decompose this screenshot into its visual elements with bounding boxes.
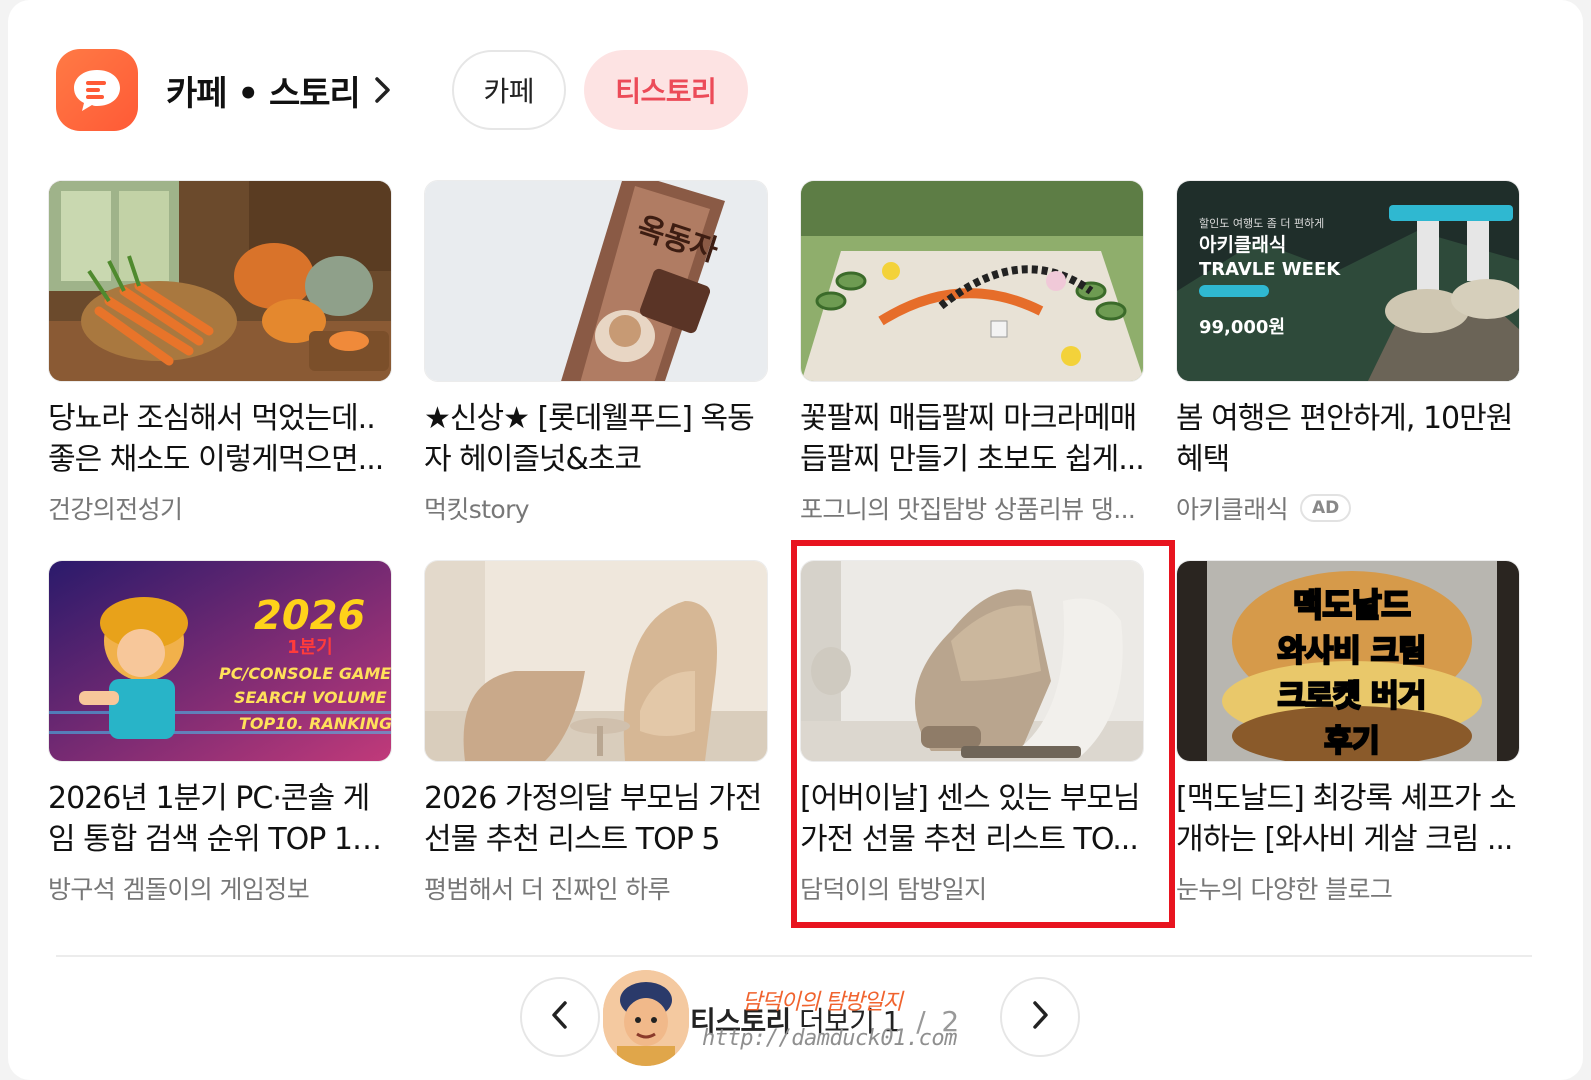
- ad-badge: AD: [1300, 494, 1352, 522]
- post-source: 평범해서 더 진짜인 하루: [424, 870, 768, 906]
- thumb-quarter: 1분기: [287, 637, 333, 658]
- post-source: 먹킷story: [424, 490, 768, 526]
- burger-thumbnail[interactable]: 맥도날드 와사비 크림 크로켓 버거 후기: [1176, 560, 1520, 762]
- icecream-thumbnail[interactable]: 옥동자: [424, 180, 768, 382]
- source-name: 눈누의 다양한 블로그: [1176, 875, 1393, 904]
- post-title[interactable]: ★신상★ [롯데웰푸드] 옥동자 헤이즐넛&초코: [424, 398, 768, 480]
- divider: [56, 955, 1532, 957]
- chevron-left-icon: [548, 998, 572, 1036]
- prev-page-button[interactable]: [520, 977, 600, 1057]
- bracelet-thumbnail[interactable]: [800, 180, 1144, 382]
- section-title-link[interactable]: 카페 • 스토리: [166, 66, 394, 115]
- ad-price: 99,000원: [1199, 317, 1285, 338]
- thumb-line1: 맥도날드: [1293, 586, 1411, 624]
- beige-chair-thumbnail[interactable]: [424, 560, 768, 762]
- post-card[interactable]: 2026 1분기 PC/CONSOLE GAME SEARCH VOLUME T…: [48, 560, 392, 906]
- section-header: 카페 • 스토리 카페 티스토리: [56, 48, 816, 132]
- tab-tistory[interactable]: 티스토리: [583, 50, 748, 130]
- content-panel: 카페 • 스토리 카페 티스토리 당뇨라 조심해서 먹었는데.. 좋은 채소도 …: [8, 0, 1583, 1080]
- post-title[interactable]: 봄 여행은 편안하게, 10만원 혜택: [1176, 398, 1520, 480]
- thumb-line3: TOP10. RANKINGS: [239, 714, 392, 733]
- post-title[interactable]: 2026 가정의달 부모님 가전 선물 추천 리스트 TOP 5: [424, 778, 768, 860]
- post-source: 눈누의 다양한 블로그: [1176, 870, 1520, 906]
- source-name: 포그니의 맛집탐방 상품리뷰 댕...: [800, 495, 1136, 524]
- post-source: 방구석 겜돌이의 게임정보: [48, 870, 392, 906]
- post-title[interactable]: 당뇨라 조심해서 먹었는데.. 좋은 채소도 이렇게먹으면...: [48, 398, 392, 480]
- post-title[interactable]: 꽃팔찌 매듭팔찌 마크라메매듭팔찌 만들기 초보도 쉽게...: [800, 398, 1144, 480]
- vegetables-thumbnail[interactable]: [48, 180, 392, 382]
- source-name: 방구석 겜돌이의 게임정보: [48, 875, 310, 904]
- thumb-line3: 크로켓 버거: [1278, 679, 1426, 714]
- source-name: 먹킷story: [424, 495, 530, 524]
- source-name: 건강의전성기: [48, 495, 183, 524]
- post-title[interactable]: [맥도날드] 최강록 셰프가 소개하는 [와사비 게살 크림 ...: [1176, 778, 1520, 860]
- section-title: 카페 • 스토리: [166, 73, 361, 114]
- post-card-highlighted[interactable]: [어버이날] 센스 있는 부모님 가전 선물 추천 리스트 TO... 담덕이의…: [800, 560, 1144, 906]
- post-card[interactable]: 꽃팔찌 매듭팔찌 마크라메매듭팔찌 만들기 초보도 쉽게... 포그니의 맛집탐…: [800, 180, 1144, 526]
- ad-card[interactable]: 할인도 여행도 좀 더 편하게 아키클래식 TRAVLE WEEK 99,000…: [1176, 180, 1520, 526]
- chat-bubble-icon: [56, 49, 138, 131]
- post-source: 포그니의 맛집탐방 상품리뷰 댕...: [800, 490, 1144, 526]
- ad-tagline: 할인도 여행도 좀 더 편하게: [1199, 216, 1324, 230]
- post-card[interactable]: 2026 가정의달 부모님 가전 선물 추천 리스트 TOP 5 평범해서 더 …: [424, 560, 768, 906]
- post-source: 담덕이의 탐방일지: [800, 870, 1144, 906]
- post-card[interactable]: 당뇨라 조심해서 먹었는데.. 좋은 채소도 이렇게먹으면... 건강의전성기: [48, 180, 392, 526]
- thumb-year: 2026: [254, 593, 365, 639]
- massage-chair-thumbnail[interactable]: [800, 560, 1144, 762]
- thumb-line4: 후기: [1324, 724, 1379, 759]
- travel-ad-thumbnail[interactable]: 할인도 여행도 좀 더 편하게 아키클래식 TRAVLE WEEK 99,000…: [1176, 180, 1520, 382]
- post-card[interactable]: 옥동자 ★신상★ [롯데웰푸드] 옥동자 헤이즐넛&초코 먹킷story: [424, 180, 768, 526]
- post-title[interactable]: 2026년 1분기 PC·콘솔 게임 통합 검색 순위 TOP 10 (...: [48, 778, 392, 860]
- post-title[interactable]: [어버이날] 센스 있는 부모님 가전 선물 추천 리스트 TO...: [800, 778, 1144, 860]
- avatar: [603, 970, 689, 1066]
- source-name: 평범해서 더 진짜인 하루: [424, 875, 671, 904]
- post-card[interactable]: 맥도날드 와사비 크림 크로켓 버거 후기 [맥도날드] 최강록 셰프가 소개하…: [1176, 560, 1520, 906]
- post-source: 아키클래식 AD: [1176, 490, 1520, 526]
- source-name: 담덕이의 탐방일지: [800, 875, 987, 904]
- thumb-line1: PC/CONSOLE GAME: [219, 664, 391, 683]
- tab-cafe[interactable]: 카페: [451, 50, 566, 130]
- game-ranking-thumbnail[interactable]: 2026 1분기 PC/CONSOLE GAME SEARCH VOLUME T…: [48, 560, 392, 762]
- thumb-line2: SEARCH VOLUME: [234, 688, 387, 707]
- source-name: 아키클래식: [1176, 495, 1289, 524]
- chevron-right-icon: [372, 75, 394, 105]
- next-page-button[interactable]: [1000, 977, 1080, 1057]
- ad-event: TRAVLE WEEK: [1199, 259, 1341, 280]
- watermark-url: http://damduck01.com: [702, 1026, 957, 1051]
- thumb-line2: 와사비 크림: [1278, 634, 1426, 669]
- post-source: 건강의전성기: [48, 490, 392, 526]
- watermark-title: 담덕이의 탐방일지: [742, 990, 903, 1015]
- chevron-right-icon: [1028, 998, 1052, 1036]
- ad-brand: 아키클래식: [1199, 234, 1286, 256]
